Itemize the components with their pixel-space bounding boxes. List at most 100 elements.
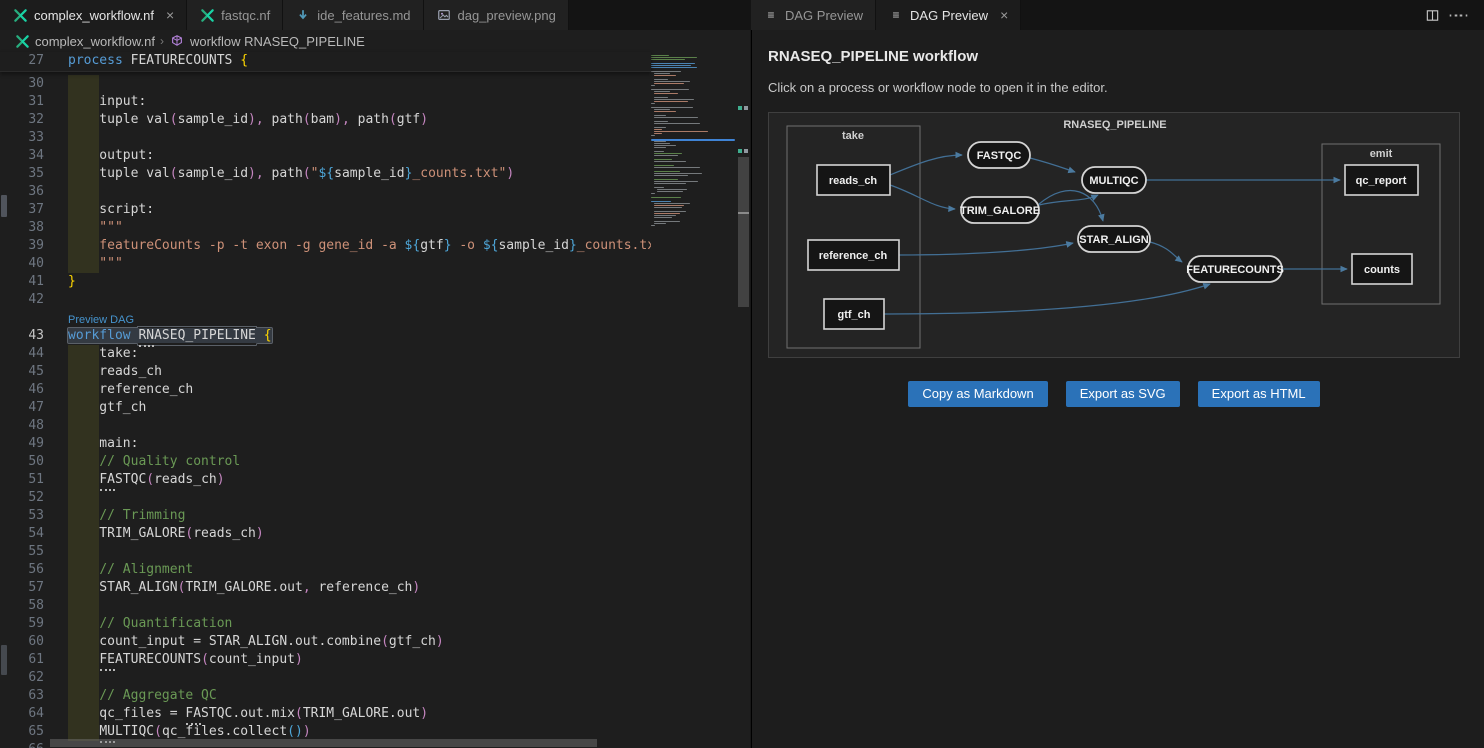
close-icon[interactable]: ×: [1000, 8, 1008, 22]
left-edge-marker: [1, 195, 7, 217]
code-line: 27process FEATURECOUNTS {: [0, 52, 651, 70]
close-icon[interactable]: ×: [166, 8, 174, 22]
code-line: 39 featureCounts -p -t exon -g gene_id -…: [0, 237, 651, 255]
code-line: 59 // Quantification: [0, 615, 651, 633]
code-line: 46 reference_ch: [0, 381, 651, 399]
dag-edge: [890, 155, 962, 175]
tab-dag-preview-right[interactable]: ≡ DAG Preview: [751, 0, 876, 30]
svg-text:reference_ch: reference_ch: [819, 250, 888, 262]
line-number: 40: [0, 255, 44, 273]
code-line: 30: [0, 75, 651, 93]
line-number: 33: [0, 129, 44, 147]
code-editor[interactable]: 27process FEATURECOUNTS { 3031 input:32 …: [0, 52, 750, 748]
tab-dag-preview-right[interactable]: ≡DAG Preview×: [876, 0, 1021, 30]
line-number: 32: [0, 111, 44, 129]
dag-node-featurecounts[interactable]: FEATURECOUNTS: [1186, 256, 1284, 282]
codelens-row: Preview DAG: [0, 309, 651, 327]
minimap[interactable]: [651, 55, 737, 748]
panel-subtitle: Click on a process or workflow node to o…: [768, 80, 1484, 95]
dag-node-qc-report[interactable]: qc_report: [1345, 165, 1418, 195]
line-number: 50: [0, 453, 44, 471]
preview-dag-codelens[interactable]: Preview DAG: [68, 314, 134, 326]
indent-highlight: [68, 597, 99, 615]
preview-icon: ≡: [888, 7, 904, 23]
indent-highlight: [68, 543, 99, 561]
copy-as-markdown-button[interactable]: Copy as Markdown: [908, 381, 1047, 407]
breadcrumb: complex_workflow.nf › workflow RNASEQ_PI…: [0, 30, 750, 52]
preview-icon: ≡: [763, 7, 779, 23]
code-line: 40 """: [0, 255, 651, 273]
svg-text:counts: counts: [1364, 264, 1400, 276]
code-line: 60 count_input = STAR_ALIGN.out.combine(…: [0, 633, 651, 651]
markdown-icon: [295, 7, 311, 23]
panel-title: RNASEQ_PIPELINE workflow: [768, 47, 1484, 67]
export-button-row: Copy as Markdown Export as SVG Export as H…: [768, 381, 1460, 407]
svg-text:reads_ch: reads_ch: [829, 175, 878, 187]
code-line: 58: [0, 597, 651, 615]
code-line: 34 output:: [0, 147, 651, 165]
tab-label: DAG Preview: [785, 8, 863, 23]
export-as-html-button[interactable]: Export as HTML: [1198, 381, 1320, 407]
line-number: 49: [0, 435, 44, 453]
code-line: 33: [0, 129, 651, 147]
vertical-scrollbar-thumb[interactable]: [738, 157, 749, 307]
sticky-scroll-line[interactable]: 27process FEATURECOUNTS {: [0, 52, 651, 72]
line-number: 59: [0, 615, 44, 633]
tab-complex-workflow-nf[interactable]: complex_workflow.nf×: [0, 0, 187, 30]
dag-node-fastqc[interactable]: FASTQC: [968, 142, 1030, 168]
svg-text:MULTIQC: MULTIQC: [1089, 175, 1138, 187]
tab-label: dag_preview.png: [458, 8, 556, 23]
code-line: 56 // Alignment: [0, 561, 651, 579]
code-line: 55: [0, 543, 651, 561]
dag-node-trim-galore[interactable]: TRIM_GALORE: [960, 197, 1040, 223]
dag-node-star-align[interactable]: STAR_ALIGN: [1078, 226, 1150, 252]
line-number: 30: [0, 75, 44, 93]
tab-ide-features-md[interactable]: ide_features.md: [283, 0, 423, 30]
line-number: 53: [0, 507, 44, 525]
dag-edge: [1039, 190, 1103, 221]
code-line: 43workflow RNASEQ_PIPELINE {: [0, 327, 651, 345]
breadcrumb-symbol[interactable]: workflow RNASEQ_PIPELINE: [190, 34, 365, 49]
horizontal-scrollbar-thumb[interactable]: [50, 739, 597, 747]
code-line: 38 """: [0, 219, 651, 237]
line-number: 55: [0, 543, 44, 561]
breadcrumb-file[interactable]: complex_workflow.nf: [35, 34, 155, 49]
tab-label: fastqc.nf: [221, 8, 270, 23]
indent-highlight: [68, 183, 99, 201]
vertical-scrollbar[interactable]: [737, 52, 750, 748]
left-edge-marker: [1, 645, 7, 675]
line-number: 56: [0, 561, 44, 579]
tab-fastqc-nf[interactable]: fastqc.nf: [187, 0, 283, 30]
code-lines[interactable]: 3031 input:32 tuple val(sample_id), path…: [0, 75, 651, 748]
code-line: 41}: [0, 273, 651, 291]
vscode-window: complex_workflow.nf×fastqc.nfide_feature…: [0, 0, 1484, 748]
code-line: 35 tuple val(sample_id), path("${sample_…: [0, 165, 651, 183]
split-editor-icon[interactable]: [1424, 7, 1440, 23]
dag-node-reads-ch[interactable]: reads_ch: [817, 165, 890, 195]
nextflow-icon: [12, 7, 28, 23]
code-line: 64 qc_files = FASTQC.out.mix(TRIM_GALORE…: [0, 705, 651, 723]
more-actions-icon[interactable]: ⋯: [1454, 6, 1470, 24]
dag-node-reference-ch[interactable]: reference_ch: [808, 240, 899, 270]
dag-edge: [1150, 242, 1182, 262]
dag-node-multiqc[interactable]: MULTIQC: [1082, 167, 1146, 193]
tab-label: ide_features.md: [317, 8, 410, 23]
tab-dag-preview-png[interactable]: dag_preview.png: [424, 0, 569, 30]
svg-text:take: take: [842, 130, 864, 142]
line-number: 48: [0, 417, 44, 435]
line-number: 34: [0, 147, 44, 165]
editor-tabs-left-group: complex_workflow.nf× fastqc.nf ide_feature…: [0, 0, 750, 30]
line-number: 65: [0, 723, 44, 741]
dag-node-counts[interactable]: counts: [1352, 254, 1412, 284]
code-line: 63 // Aggregate QC: [0, 687, 651, 705]
line-number: 64: [0, 705, 44, 723]
dag-node-gtf-ch[interactable]: gtf_ch: [824, 299, 884, 329]
svg-text:STAR_ALIGN: STAR_ALIGN: [1079, 234, 1149, 246]
line-number: 31: [0, 93, 44, 111]
scrollbar-cursor-marker: [738, 212, 749, 214]
export-as-svg-button[interactable]: Export as SVG: [1066, 381, 1180, 407]
nextflow-icon: [199, 7, 215, 23]
breadcrumb-separator-icon: ›: [160, 34, 164, 48]
svg-text:emit: emit: [1370, 148, 1393, 160]
line-number: 41: [0, 273, 44, 291]
